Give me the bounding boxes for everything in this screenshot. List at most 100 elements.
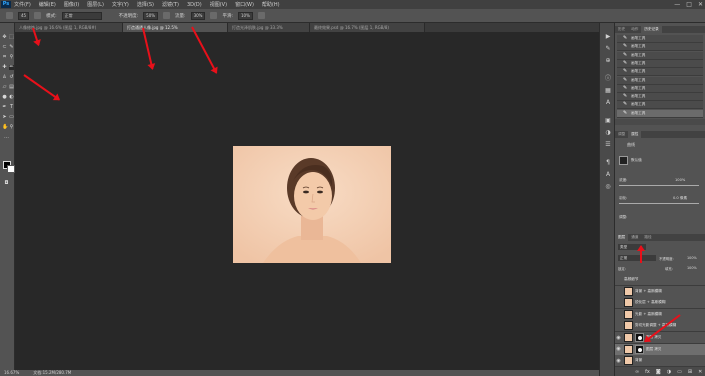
- menu-view[interactable]: 视图(V): [210, 1, 227, 8]
- libraries-icon[interactable]: ▣: [604, 117, 612, 125]
- visibility-eye-icon[interactable]: ◉: [615, 356, 622, 366]
- trash-icon[interactable]: ✕: [698, 369, 702, 375]
- glyphs-icon[interactable]: A: [604, 99, 612, 107]
- new-layer-icon[interactable]: ⊞: [688, 369, 692, 375]
- menu-select[interactable]: 选择(S): [137, 1, 154, 8]
- background-color-swatch[interactable]: [7, 165, 15, 173]
- layer-mask-thumbnail[interactable]: [635, 344, 644, 354]
- fill-value[interactable]: 100%: [687, 266, 697, 270]
- history-item[interactable]: ✎ 画笔工具: [617, 68, 703, 77]
- history-brush-tool-icon[interactable]: ↺: [9, 75, 14, 80]
- layer-row[interactable]: 高频细节: [615, 274, 705, 286]
- brush-settings-icon[interactable]: ✎: [604, 45, 612, 53]
- history-item[interactable]: ✎ 画笔工具: [617, 43, 703, 52]
- blur-tool-icon[interactable]: ●: [2, 95, 7, 100]
- zoom-tool-icon[interactable]: ⚲: [9, 125, 14, 130]
- layer-row[interactable]: 背景 + 高斯模糊: [615, 285, 705, 298]
- feather-slider[interactable]: [619, 203, 699, 204]
- path-select-tool-icon[interactable]: ➤: [2, 115, 7, 120]
- swatches-icon[interactable]: ▦: [604, 87, 612, 95]
- mode-select[interactable]: 正常: [61, 11, 102, 20]
- menu-image[interactable]: 图像(I): [64, 1, 79, 8]
- zoom-level[interactable]: 16.67%: [4, 370, 19, 376]
- visibility-eye-icon[interactable]: [615, 321, 622, 331]
- menu-edit[interactable]: 编辑(E): [39, 1, 56, 8]
- quick-select-tool-icon[interactable]: ✎: [9, 45, 14, 50]
- eraser-tool-icon[interactable]: ▱: [2, 85, 7, 90]
- eyedropper-tool-icon[interactable]: ⚲: [9, 55, 14, 60]
- menu-file[interactable]: 文件(F): [14, 1, 31, 8]
- menu-type[interactable]: 文字(Y): [112, 1, 129, 8]
- mask-icon[interactable]: ◙: [656, 369, 661, 375]
- brush-panel-toggle-icon[interactable]: [34, 12, 42, 19]
- marquee-tool-icon[interactable]: ⬚: [9, 35, 14, 40]
- layer-row[interactable]: ◉ 图层 拷贝: [615, 332, 705, 344]
- tab-layers[interactable]: 图层: [615, 234, 629, 241]
- layer-opacity-value[interactable]: 100%: [687, 256, 697, 260]
- brush-tool-icon[interactable]: ✏: [9, 65, 14, 70]
- visibility-eye-icon[interactable]: [615, 298, 622, 308]
- link-icon[interactable]: ∞: [635, 369, 639, 375]
- menu-window[interactable]: 窗口(W): [235, 1, 254, 8]
- layer-row[interactable]: 锐化层 + 高斯模糊: [615, 297, 705, 310]
- clone-stamp-tool-icon[interactable]: ♙: [2, 75, 7, 80]
- airbrush-icon[interactable]: [210, 12, 218, 19]
- move-tool-icon[interactable]: ✥: [2, 35, 7, 40]
- crop-tool-icon[interactable]: ⌗: [2, 55, 7, 60]
- info-icon[interactable]: ⓘ: [604, 75, 612, 83]
- pressure-opacity-icon[interactable]: [163, 12, 171, 19]
- pen-tool-icon[interactable]: ✒: [2, 105, 7, 110]
- character-icon[interactable]: A: [604, 171, 612, 179]
- tab-document-4[interactable]: 最终效果.psd @ 16.7% (图层 1, RGB/8): [310, 23, 425, 32]
- flow-field[interactable]: 30%: [190, 11, 206, 20]
- lasso-tool-icon[interactable]: ⊂: [2, 45, 7, 50]
- layer-row[interactable]: 光影 + 高斯模糊: [615, 308, 705, 321]
- menu-3d[interactable]: 3D(D): [187, 2, 202, 8]
- play-icon[interactable]: ▶: [604, 33, 612, 41]
- minimize-button[interactable]: —: [674, 1, 680, 8]
- edit-toolbar-icon[interactable]: …: [4, 135, 9, 140]
- timeline-icon[interactable]: ◎: [604, 183, 612, 191]
- menu-layer[interactable]: 图层(L): [87, 1, 104, 8]
- maximize-button[interactable]: □: [686, 1, 692, 8]
- tab-history[interactable]: 历史记录: [641, 26, 662, 33]
- visibility-eye-icon[interactable]: [615, 286, 622, 296]
- menu-filter[interactable]: 滤镜(T): [162, 1, 179, 8]
- healing-brush-tool-icon[interactable]: ✚: [2, 65, 7, 70]
- adjust-icon[interactable]: ◑: [667, 369, 671, 375]
- history-item[interactable]: ✎ 画笔工具: [617, 84, 703, 93]
- tab-channels[interactable]: 通道: [628, 234, 641, 241]
- tab-adjustments[interactable]: 调整: [615, 131, 628, 138]
- history-item[interactable]: ✎ 画笔工具: [617, 51, 703, 60]
- brush-size-picker[interactable]: 45: [18, 11, 30, 20]
- blend-mode-select[interactable]: 正常: [618, 255, 656, 261]
- smooth-field[interactable]: 10%: [238, 11, 253, 20]
- tab-document-2[interactable]: 打造通透人像.jpg @ 12.5%: [123, 23, 228, 32]
- layer-row[interactable]: ◉ 图层 拷贝: [615, 343, 705, 356]
- quick-mask-icon[interactable]: ◘: [4, 181, 9, 186]
- history-item[interactable]: ✎ 画笔工具: [617, 101, 703, 110]
- history-item[interactable]: ✎ 画笔工具: [617, 109, 703, 118]
- adjustments-icon[interactable]: ◑: [604, 129, 612, 137]
- hand-tool-icon[interactable]: ✋: [2, 125, 8, 130]
- density-slider[interactable]: [619, 185, 699, 186]
- history-item[interactable]: ✎ 画笔工具: [617, 35, 703, 43]
- tab-actions[interactable]: 动作: [628, 26, 641, 33]
- folder-icon[interactable]: ▭: [677, 369, 682, 375]
- tab-paths[interactable]: 路径: [641, 234, 654, 241]
- smoothing-options-gear-icon[interactable]: [257, 12, 265, 19]
- fx-icon[interactable]: fx: [645, 369, 650, 375]
- visibility-eye-icon[interactable]: ◉: [615, 344, 622, 354]
- styles-icon[interactable]: ☰: [604, 141, 612, 149]
- feather-value[interactable]: 0.0 像素: [673, 196, 687, 201]
- visibility-eye-icon[interactable]: [615, 275, 622, 285]
- history-item[interactable]: ✎ 画笔工具: [617, 59, 703, 68]
- menu-help[interactable]: 帮助(H): [262, 1, 280, 8]
- visibility-eye-icon[interactable]: [615, 309, 622, 319]
- history-item[interactable]: ✎ 画笔工具: [617, 76, 703, 85]
- type-tool-icon[interactable]: T: [9, 105, 14, 110]
- brush-tool-preset-icon[interactable]: [6, 12, 13, 19]
- clone-source-icon[interactable]: ⊕: [604, 57, 612, 65]
- opacity-field[interactable]: 50%: [143, 11, 159, 20]
- dodge-tool-icon[interactable]: ◐: [9, 95, 14, 100]
